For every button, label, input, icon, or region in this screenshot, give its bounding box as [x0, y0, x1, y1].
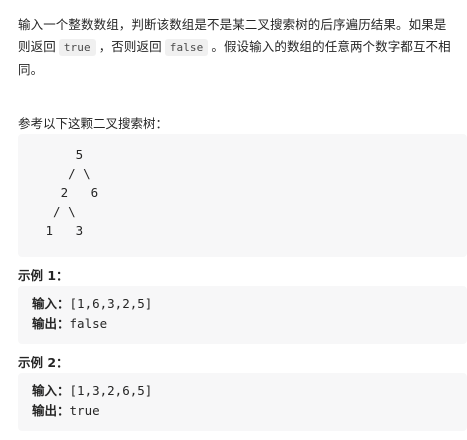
example-2-title: 示例 2： [18, 355, 69, 370]
input-label: 输入： [32, 383, 70, 398]
tree-line: 1 3 [38, 223, 84, 238]
problem-content: 输入一个整数数组，判断该数组是不是某二叉搜索树的后序遍历结果。如果是则返回 tru… [18, 0, 467, 431]
example-1-block: 输入：[1,6,3,2,5] 输出：false [18, 286, 467, 344]
output-label: 输出： [32, 403, 70, 418]
tree-line: / \ [38, 204, 76, 219]
code-false: false [164, 39, 209, 56]
output-label: 输出： [32, 316, 70, 331]
input-label: 输入： [32, 296, 70, 311]
reference-text: 参考以下这颗二叉搜索树： [18, 116, 169, 131]
code-true: true [58, 39, 96, 56]
problem-description: 输入一个整数数组，判断该数组是不是某二叉搜索树的后序遍历结果。如果是则返回 tru… [18, 14, 458, 81]
tree-line: 2 6 [38, 185, 99, 200]
example-1-title: 示例 1： [18, 268, 69, 283]
description-text: ，否则返回 [98, 39, 162, 54]
input-value: [1,6,3,2,5] [69, 296, 153, 311]
input-value: [1,3,2,6,5] [69, 383, 153, 398]
output-value: true [69, 403, 100, 418]
tree-line: 5 [38, 147, 84, 162]
tree-line: / \ [38, 166, 91, 181]
tree-diagram-block: 5 / \ 2 6 / \ 1 3 [18, 134, 467, 257]
output-value: false [69, 316, 108, 331]
example-2-block: 输入：[1,3,2,6,5] 输出：true [18, 373, 467, 431]
